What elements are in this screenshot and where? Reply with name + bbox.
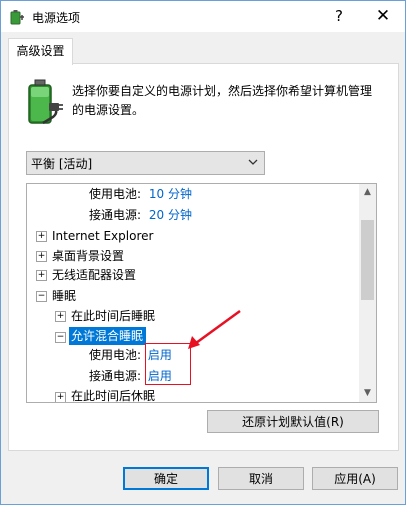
- tree-row-label: 接通电源:: [89, 369, 142, 383]
- annotation-highlight-box: [145, 343, 191, 385]
- expand-icon[interactable]: +: [36, 270, 47, 281]
- tree-row-label: 使用电池:: [89, 348, 142, 362]
- power-plan-value: 平衡 [活动]: [31, 157, 93, 171]
- power-options-icon: [10, 10, 24, 25]
- tree-item-hybrid-sleep[interactable]: 允许混合睡眠: [69, 326, 147, 346]
- window-title: 电源选项: [32, 11, 81, 25]
- collapse-icon[interactable]: −: [36, 291, 47, 302]
- tree-item-sleep-after[interactable]: 在此时间后睡眠: [71, 306, 155, 326]
- tree-row-plugged-sleep[interactable]: 接通电源: 20 分钟: [89, 205, 192, 225]
- collapse-icon[interactable]: −: [55, 332, 66, 343]
- expand-icon[interactable]: +: [55, 392, 66, 402]
- tree-row-label: 使用电池:: [89, 187, 142, 201]
- tree-item-desktop-background[interactable]: 桌面背景设置: [52, 246, 124, 266]
- selected-item-label: 允许混合睡眠: [69, 327, 147, 345]
- battery-plug-icon: [28, 79, 63, 125]
- tree-row-label: 接通电源:: [89, 208, 142, 222]
- vertical-scrollbar[interactable]: ▲ ▼: [359, 184, 376, 402]
- settings-tree[interactable]: 使用电池: 10 分钟 接通电源: 20 分钟 + Internet Explo…: [26, 183, 377, 403]
- scroll-down-icon[interactable]: ▼: [359, 385, 376, 402]
- help-button[interactable]: ?: [325, 3, 353, 29]
- tree-item-wireless-adapter[interactable]: 无线适配器设置: [52, 265, 136, 285]
- tree-item-hibernate-after[interactable]: 在此时间后休眠: [71, 386, 155, 402]
- power-plan-select[interactable]: 平衡 [活动]: [26, 151, 265, 175]
- expand-icon[interactable]: +: [36, 251, 47, 262]
- tree-item-sleep[interactable]: 睡眠: [52, 286, 76, 306]
- apply-button[interactable]: 应用(A): [312, 467, 398, 490]
- chevron-down-icon: [248, 159, 258, 165]
- tab-advanced-settings[interactable]: 高级设置: [8, 38, 73, 65]
- close-button[interactable]: ✕: [365, 3, 401, 29]
- expand-icon[interactable]: +: [55, 311, 66, 322]
- cancel-button[interactable]: 取消: [218, 467, 304, 490]
- restore-defaults-button[interactable]: 还原计划默认值(R): [207, 410, 379, 433]
- scroll-up-icon[interactable]: ▲: [359, 184, 376, 201]
- tree-row-battery-sleep[interactable]: 使用电池: 10 分钟: [89, 184, 192, 204]
- title-bar[interactable]: 电源选项 ? ✕: [1, 1, 405, 32]
- scroll-thumb[interactable]: [361, 220, 374, 300]
- tree-item-internet-explorer[interactable]: Internet Explorer: [52, 226, 153, 246]
- tree-row-value[interactable]: 20 分钟: [149, 208, 192, 222]
- tree-row-value[interactable]: 10 分钟: [149, 187, 192, 201]
- description-text: 选择你要自定义的电源计划，然后选择你希望计算机管理的电源设置。: [72, 84, 373, 117]
- expand-icon[interactable]: +: [36, 231, 47, 242]
- ok-button[interactable]: 确定: [123, 467, 209, 490]
